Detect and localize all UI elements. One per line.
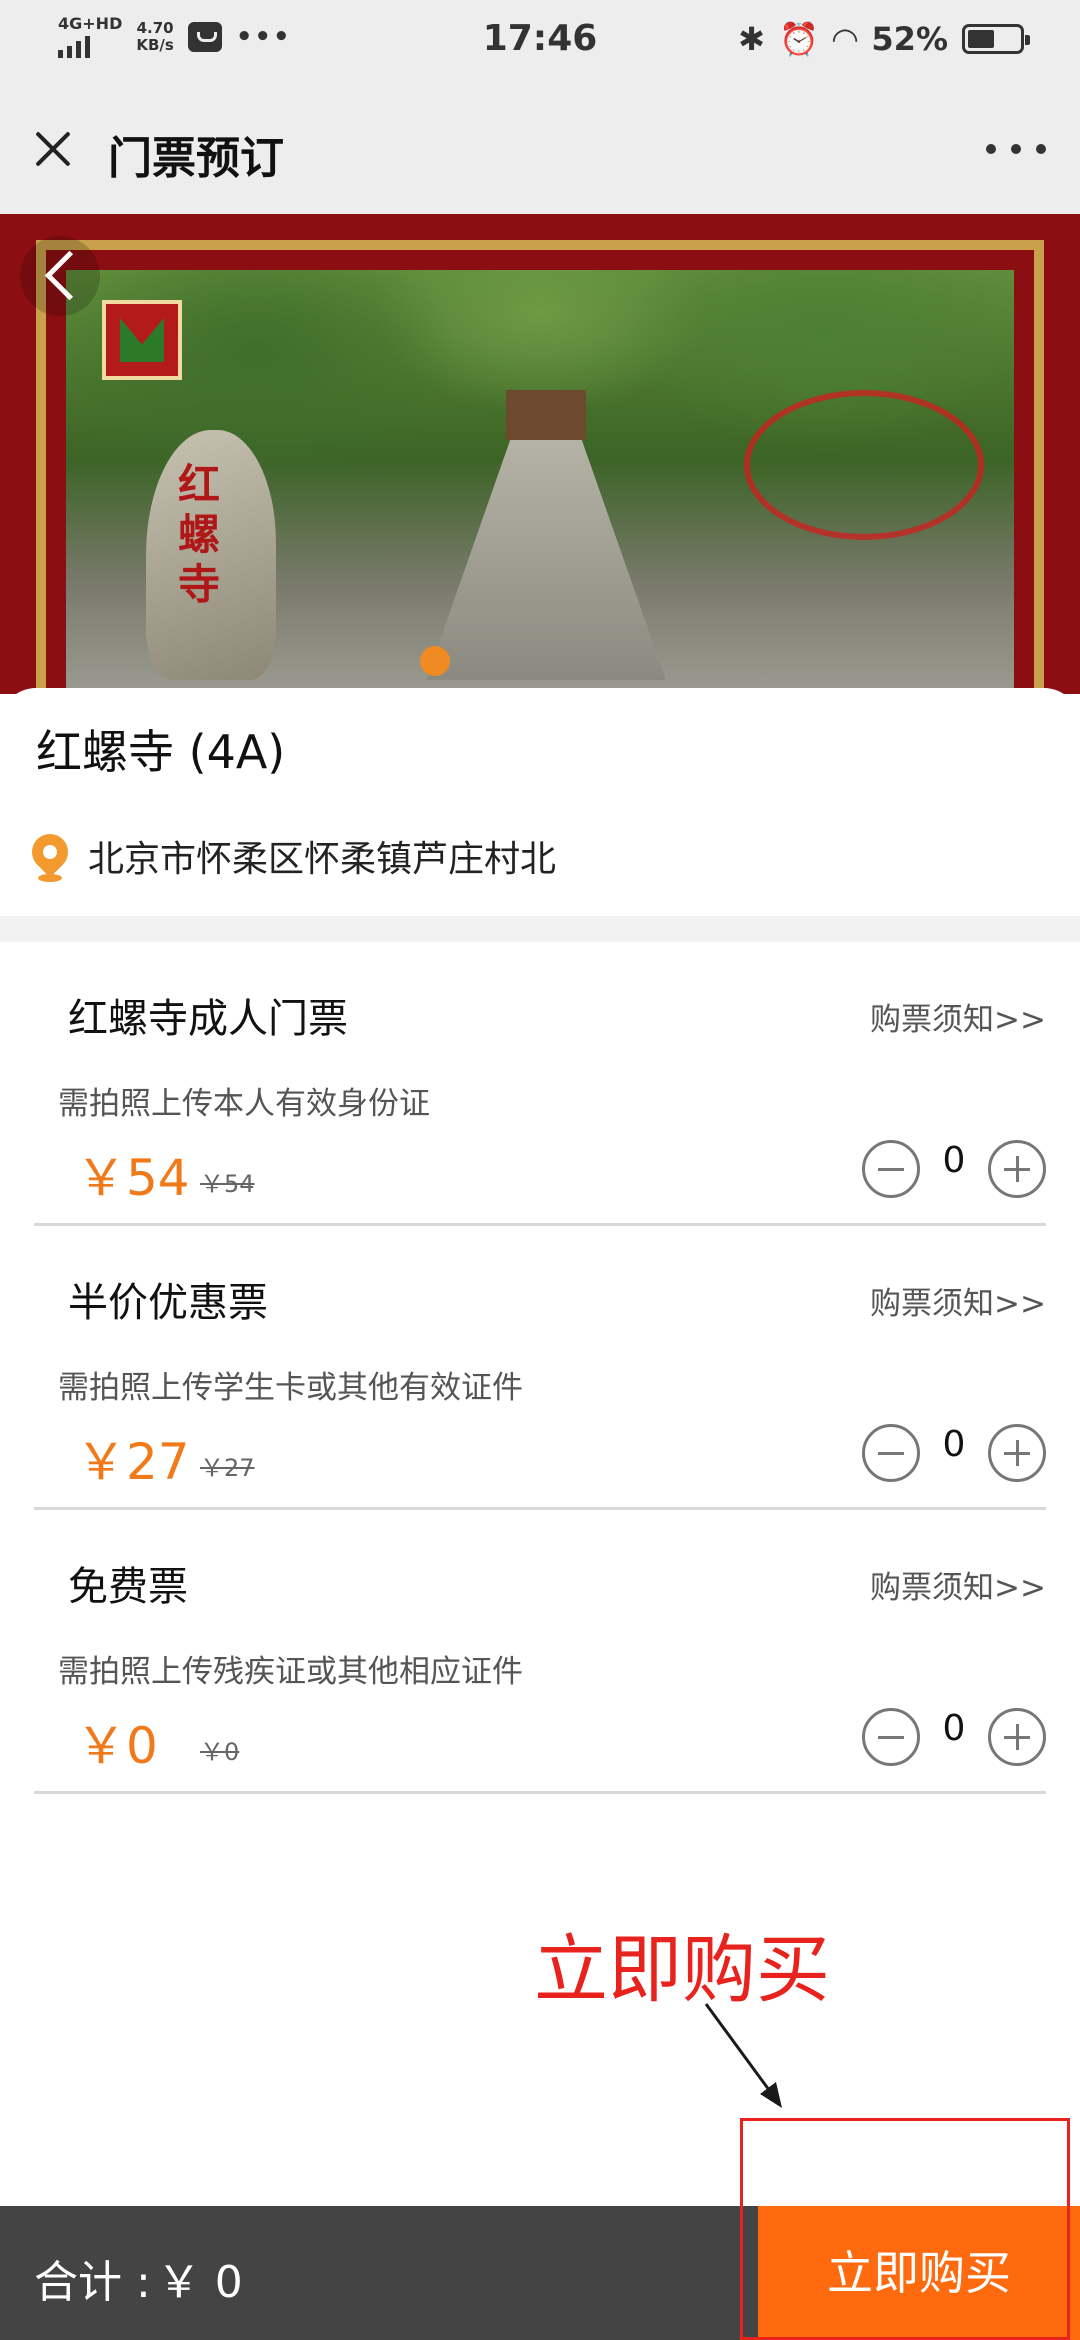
ticket-requirement: 需拍照上传学生卡或其他有效证件 (58, 1370, 523, 1406)
back-arrow-icon[interactable] (20, 236, 100, 316)
quantity-stepper: 0 (862, 1138, 1046, 1202)
ticket-original-price: ￥0 (200, 1738, 240, 1766)
ticket-item: 半价优惠票 购票须知>> 需拍照上传学生卡或其他有效证件 ￥27 ￥27 0 (34, 1226, 1046, 1510)
title-bar: 门票预订 (0, 84, 1080, 214)
ticket-name: 红螺寺成人门票 (68, 996, 348, 1042)
ticket-original-price: ￥27 (200, 1454, 255, 1482)
carousel-indicator-dot[interactable] (420, 646, 450, 676)
ticket-name: 半价优惠票 (68, 1280, 268, 1326)
battery-percent: 52% (871, 20, 948, 58)
red-stamp (744, 390, 984, 540)
quantity-value: 0 (942, 1140, 966, 1181)
bluetooth-icon: ✱ (738, 20, 765, 58)
place-name: 红螺寺 (4A) (36, 725, 286, 779)
ticket-price: ￥0 (76, 1717, 158, 1775)
ticket-notice-link[interactable]: 购票须知>> (870, 1562, 1046, 1607)
alarm-icon: ⏰ (778, 20, 819, 58)
total-price: 合计 : ￥ 0 (34, 2246, 243, 2310)
quantity-value: 0 (942, 1708, 966, 1749)
total-value: ￥ 0 (156, 2257, 243, 2308)
plus-icon[interactable] (988, 1708, 1046, 1766)
wifi-icon: ◠ (832, 20, 858, 58)
minus-icon[interactable] (862, 1140, 920, 1198)
stone-inscription: 红螺寺 (178, 460, 221, 609)
more-options-icon[interactable] (986, 124, 1046, 174)
section-divider (0, 916, 1080, 942)
banner-frame: 红螺寺 (36, 240, 1044, 694)
close-icon[interactable] (28, 124, 78, 174)
quantity-value: 0 (942, 1424, 966, 1465)
location-pin-icon (24, 826, 76, 884)
ticket-item: 红螺寺成人门票 购票须知>> 需拍照上传本人有效身份证 ￥54 ￥54 0 (34, 942, 1046, 1226)
banner-carousel[interactable]: 红螺寺 (0, 214, 1080, 694)
ticket-notice-link[interactable]: 购票须知>> (870, 1278, 1046, 1323)
place-info-card: 红螺寺 (4A) 北京市怀柔区怀柔镇芦庄村北 (0, 688, 1080, 916)
temple-logo (102, 300, 182, 380)
total-label: 合计 : (34, 2257, 151, 2308)
battery-icon (962, 24, 1030, 54)
status-right: ✱ ⏰ ◠ 52% (738, 20, 1030, 58)
annotation-label: 立即购买 (534, 1927, 830, 2013)
status-bar: 4G+HD 4.70 KB/s ••• 17:46 ✱ ⏰ ◠ 52% (0, 0, 1080, 84)
page-title: 门票预订 (108, 133, 284, 184)
minus-icon[interactable] (862, 1424, 920, 1482)
quantity-stepper: 0 (862, 1422, 1046, 1486)
ticket-original-price: ￥54 (200, 1170, 255, 1198)
ticket-price: ￥54 (76, 1149, 190, 1207)
scenery-image: 红螺寺 (66, 270, 1014, 690)
ticket-requirement: 需拍照上传残疾证或其他相应证件 (58, 1654, 523, 1690)
ticket-name: 免费票 (68, 1564, 188, 1610)
plus-icon[interactable] (988, 1140, 1046, 1198)
ticket-requirement: 需拍照上传本人有效身份证 (58, 1086, 430, 1122)
annotation-highlight-box (740, 2118, 1070, 2340)
ticket-price: ￥27 (76, 1433, 190, 1491)
place-address[interactable]: 北京市怀柔区怀柔镇芦庄村北 (88, 830, 556, 882)
minus-icon[interactable] (862, 1708, 920, 1766)
plus-icon[interactable] (988, 1424, 1046, 1482)
ticket-item: 免费票 购票须知>> 需拍照上传残疾证或其他相应证件 ￥0 ￥0 0 (34, 1510, 1046, 1794)
ticket-notice-link[interactable]: 购票须知>> (870, 994, 1046, 1039)
quantity-stepper: 0 (862, 1706, 1046, 1770)
